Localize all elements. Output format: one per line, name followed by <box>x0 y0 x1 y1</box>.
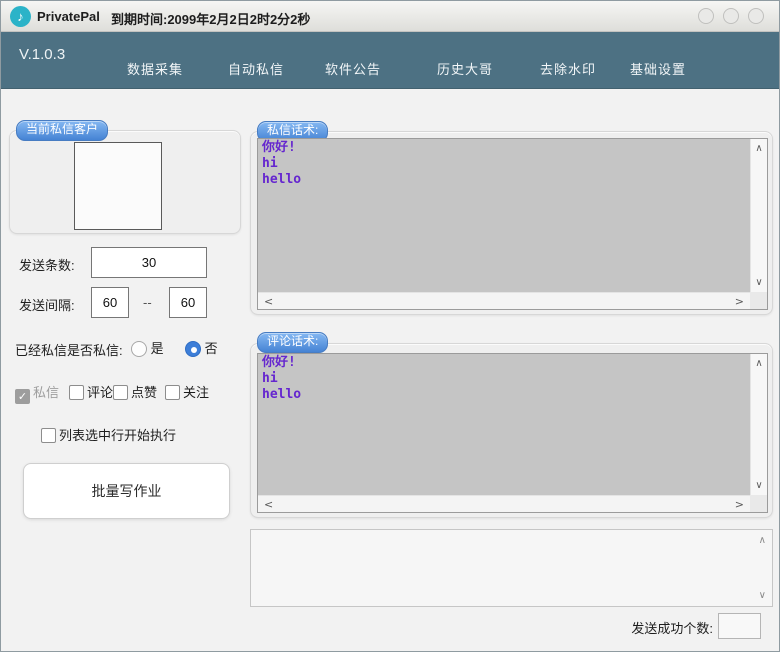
dm-script-content[interactable]: 你好! hi hello <box>258 139 750 292</box>
client-avatar-placeholder <box>74 142 162 230</box>
comment-vertical-scrollbar[interactable]: ∧ ∨ <box>750 354 767 495</box>
radio-yes-circle <box>131 341 147 357</box>
checkbox-follow-box <box>165 385 180 400</box>
nav-item-announcement[interactable]: 软件公告 <box>325 59 381 78</box>
dm-script-groupbox: 私信话术: 你好! hi hello ∧ ∨ < > <box>250 131 773 315</box>
nav-bar: V.1.0.3 数据采集 自动私信 软件公告 历史大哥 去除水印 基础设置 <box>1 32 779 89</box>
close-button[interactable] <box>748 8 764 24</box>
send-count-input[interactable] <box>91 247 207 278</box>
version-label: V.1.0.3 <box>19 46 65 63</box>
current-client-badge: 当前私信客户 <box>16 120 108 141</box>
success-count-label: 发送成功个数: <box>613 618 713 637</box>
scrollbar-corner <box>750 495 767 512</box>
checkbox-follow[interactable]: 关注 <box>165 382 209 401</box>
app-title: PrivatePal <box>37 9 100 24</box>
success-count-value <box>718 613 761 639</box>
scroll-down-icon[interactable]: ∨ <box>755 480 762 491</box>
current-client-groupbox: 当前私信客户 <box>9 130 241 234</box>
send-count-label: 发送条数: <box>19 255 75 274</box>
send-interval-label: 发送间隔: <box>19 295 75 314</box>
interval-dash: -- <box>143 295 152 310</box>
checkbox-like-box <box>113 385 128 400</box>
checkbox-follow-label: 关注 <box>183 385 209 400</box>
scroll-right-icon[interactable]: > <box>735 295 744 308</box>
resend-question-label: 已经私信是否私信: <box>15 340 123 359</box>
scroll-up-icon[interactable]: ∧ <box>759 535 766 546</box>
scroll-down-icon[interactable]: ∨ <box>759 590 766 601</box>
title-bar: ♪ PrivatePal 到期时间:2099年2月2日2时2分2秒 <box>1 1 779 32</box>
checkbox-dm-box-checked: ✓ <box>15 389 30 404</box>
maximize-button[interactable] <box>723 8 739 24</box>
nav-item-auto-dm[interactable]: 自动私信 <box>228 59 284 78</box>
dm-horizontal-scrollbar[interactable]: < > <box>258 292 750 309</box>
scroll-down-icon[interactable]: ∨ <box>755 277 762 288</box>
checkbox-dm-label: 私信 <box>33 385 59 400</box>
comment-horizontal-scrollbar[interactable]: < > <box>258 495 750 512</box>
status-log-box[interactable]: ∧ ∨ <box>250 529 773 607</box>
checkbox-list-row-label: 列表选中行开始执行 <box>59 428 176 443</box>
comment-script-content[interactable]: 你好! hi hello <box>258 354 750 495</box>
scroll-up-icon[interactable]: ∧ <box>755 358 762 369</box>
nav-item-data-collect[interactable]: 数据采集 <box>127 59 183 78</box>
expiry-time-text: 到期时间:2099年2月2日2时2分2秒 <box>111 9 310 28</box>
music-note-icon: ♪ <box>10 6 31 27</box>
radio-no-circle-selected <box>185 341 201 357</box>
interval-from-input[interactable] <box>91 287 129 318</box>
radio-yes[interactable]: 是 <box>131 338 164 357</box>
checkbox-comment-label: 评论 <box>87 385 113 400</box>
interval-to-input[interactable] <box>169 287 207 318</box>
scroll-left-icon[interactable]: < <box>264 498 273 511</box>
batch-write-button[interactable]: 批量写作业 <box>23 463 230 519</box>
checkbox-list-row-start[interactable]: 列表选中行开始执行 <box>41 425 176 444</box>
radio-no[interactable]: 否 <box>185 338 218 357</box>
minimize-button[interactable] <box>698 8 714 24</box>
checkbox-list-row-box <box>41 428 56 443</box>
scroll-left-icon[interactable]: < <box>264 295 273 308</box>
app-window: ♪ PrivatePal 到期时间:2099年2月2日2时2分2秒 V.1.0.… <box>0 0 780 652</box>
radio-yes-label: 是 <box>151 341 164 356</box>
checkbox-like[interactable]: 点赞 <box>113 382 157 401</box>
dm-script-textarea: 你好! hi hello ∧ ∨ < > <box>257 138 768 310</box>
comment-script-textarea: 你好! hi hello ∧ ∨ < > <box>257 353 768 513</box>
scroll-right-icon[interactable]: > <box>735 498 744 511</box>
checkbox-comment-box <box>69 385 84 400</box>
radio-no-label: 否 <box>205 341 218 356</box>
checkbox-comment[interactable]: 评论 <box>69 382 113 401</box>
comment-script-groupbox: 评论话术: 你好! hi hello ∧ ∨ < > <box>250 343 773 518</box>
checkbox-dm[interactable]: ✓私信 <box>15 382 59 404</box>
comment-script-badge: 评论话术: <box>257 332 328 353</box>
nav-item-settings[interactable]: 基础设置 <box>630 59 686 78</box>
dm-vertical-scrollbar[interactable]: ∧ ∨ <box>750 139 767 292</box>
nav-item-watermark[interactable]: 去除水印 <box>540 59 596 78</box>
checkbox-like-label: 点赞 <box>131 385 157 400</box>
scroll-up-icon[interactable]: ∧ <box>755 143 762 154</box>
nav-item-history[interactable]: 历史大哥 <box>437 59 493 78</box>
scrollbar-corner <box>750 292 767 309</box>
